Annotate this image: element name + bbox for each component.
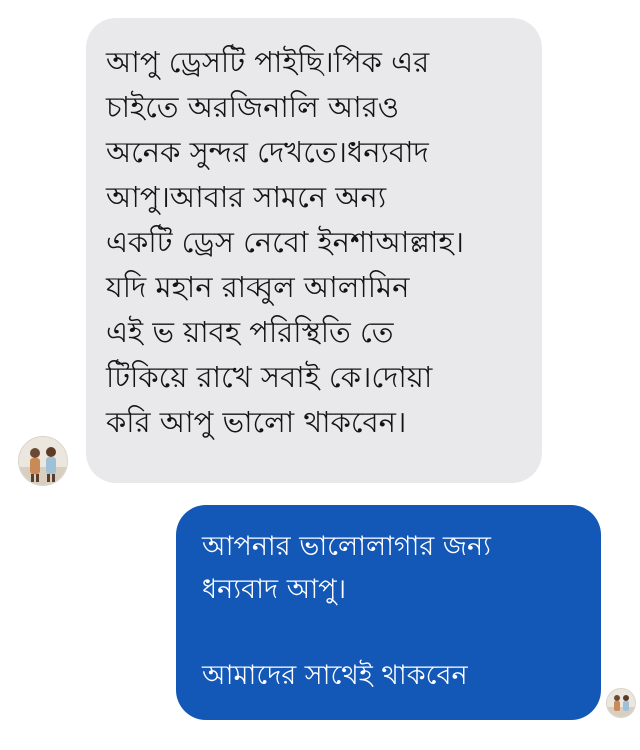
outgoing-message-line: [202, 611, 583, 654]
sender-avatar-image: [19, 437, 67, 485]
incoming-message-bubble[interactable]: আপু ড্রেসটি পাইছি।পিক এর চাইতে অরজিনালি …: [86, 18, 542, 483]
incoming-message-line: আপু।আবার সামনে অন্য: [106, 180, 387, 214]
outgoing-message-bubble[interactable]: আপনার ভালোলাগার জন্য ধন্যবাদ আপু। আমাদের…: [176, 505, 601, 720]
seen-receipt-avatar: [606, 688, 636, 718]
incoming-message-line: আপু ড্রেসটি পাইছি।পিক এর: [106, 45, 430, 79]
incoming-message-line: চাইতে অরজিনালি আরও: [106, 90, 400, 124]
incoming-message-line: একটি ড্রেস নেবো ইনশাআল্লাহ।: [106, 225, 465, 259]
incoming-message-line: অনেক সুন্দর দেখতে।ধন্যবাদ: [106, 135, 429, 169]
incoming-message-line: করি আপু ভালো থাকবেন।: [106, 405, 407, 439]
outgoing-message-line: ধন্যবাদ আপু।: [202, 574, 347, 605]
incoming-message-line: টিকিয়ে রাখে সবাই কে।দোয়া: [106, 360, 433, 394]
incoming-message-line: এই ভ য়াবহ পরিস্থিতি তে: [106, 315, 394, 349]
seen-avatar-image: [607, 689, 635, 717]
outgoing-message-line: আমাদের সাথেই থাকবেন: [202, 660, 468, 691]
outgoing-message-line: আপনার ভালোলাগার জন্য: [202, 531, 491, 562]
sender-avatar[interactable]: [18, 436, 68, 486]
incoming-message-line: যদি মহান রাব্বুল আলামিন: [106, 270, 410, 304]
